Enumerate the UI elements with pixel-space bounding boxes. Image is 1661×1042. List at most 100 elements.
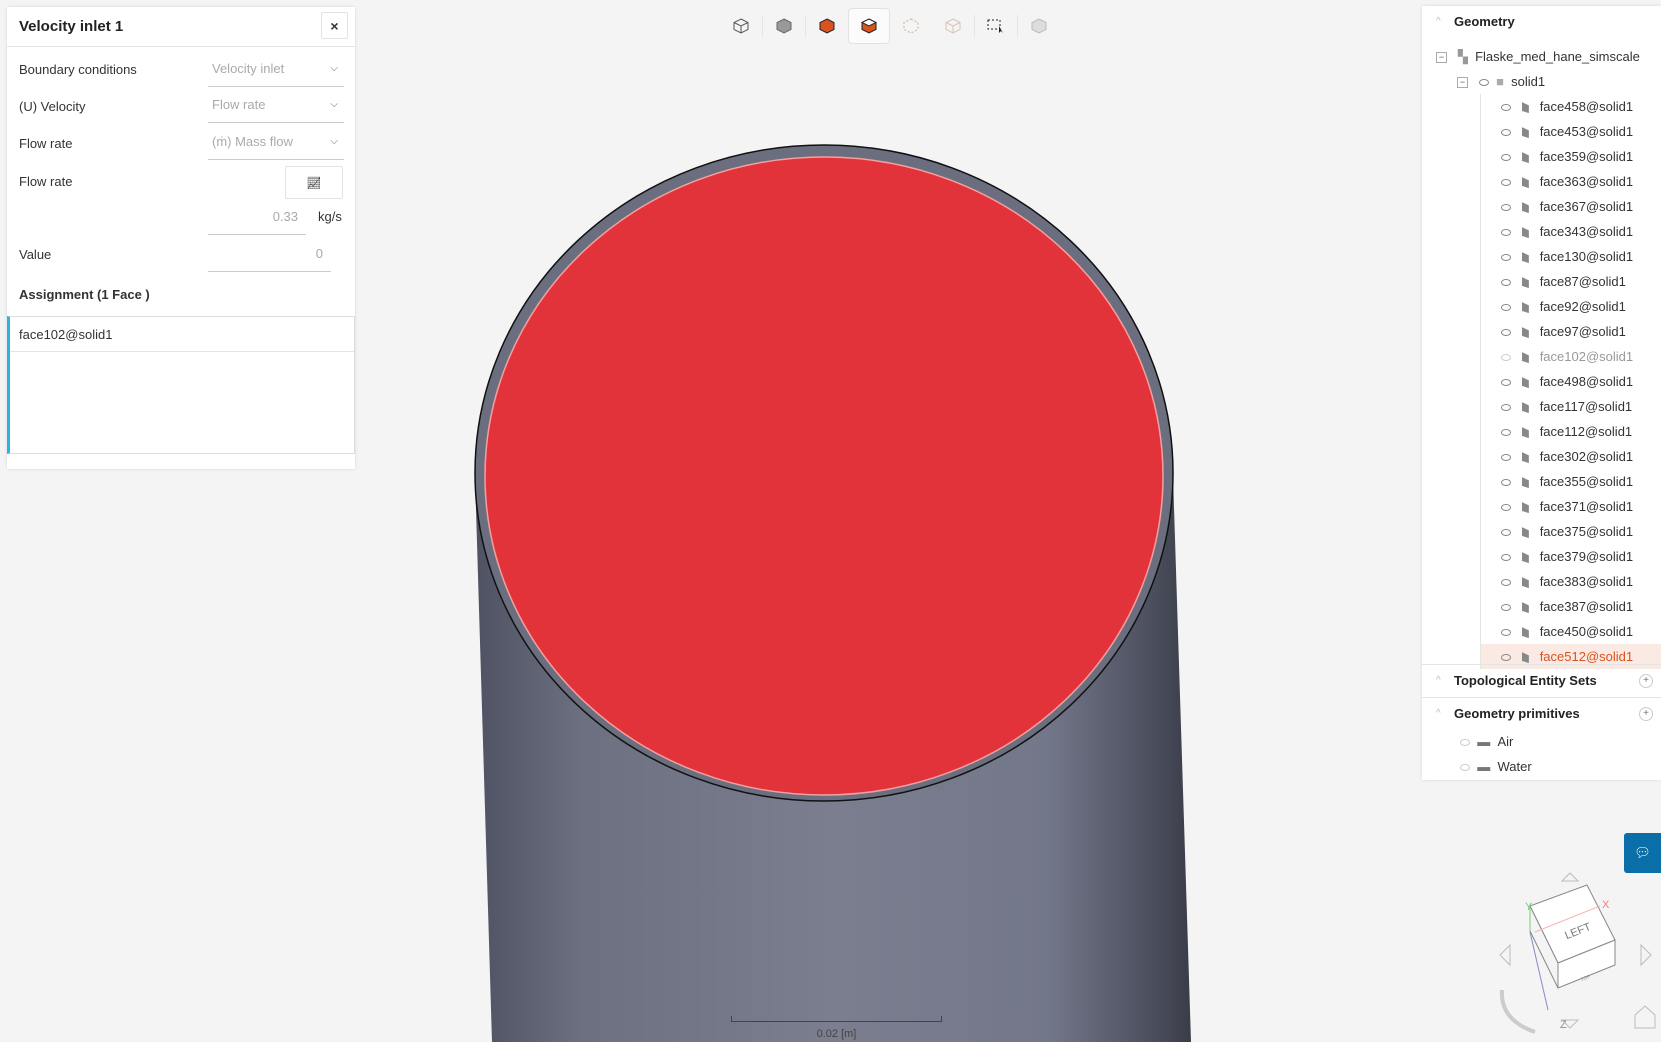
face-icon: [1521, 602, 1529, 614]
rotate-left-icon[interactable]: [1499, 943, 1511, 967]
select-solid-button[interactable]: [806, 8, 848, 44]
value-label: Value: [19, 247, 52, 262]
tree-root[interactable]: − ▚ Flaske_med_hane_simscale: [1436, 44, 1640, 69]
rotate-right-icon[interactable]: [1640, 943, 1652, 967]
tree-face-item[interactable]: face355@solid1: [1480, 469, 1661, 494]
face-icon: [1521, 327, 1529, 339]
select-face-button[interactable]: [848, 8, 890, 44]
collapse-icon[interactable]: −: [1457, 77, 1468, 89]
eye-icon[interactable]: [1501, 604, 1511, 612]
select-edge-button[interactable]: [890, 8, 932, 44]
eye-icon[interactable]: [1501, 529, 1511, 537]
boundary-conditions-select[interactable]: Velocity inlet ⌵: [208, 51, 344, 87]
eye-icon[interactable]: [1501, 154, 1511, 162]
tree-face-item[interactable]: face387@solid1: [1480, 594, 1661, 619]
tree-face-item[interactable]: face450@solid1: [1480, 619, 1661, 644]
select-vertex-button[interactable]: [932, 8, 974, 44]
velocity-select[interactable]: Flow rate ⌵: [208, 87, 344, 123]
add-icon[interactable]: +: [1639, 707, 1653, 721]
eye-icon[interactable]: [1501, 304, 1511, 312]
tree-face-item[interactable]: face379@solid1: [1480, 544, 1661, 569]
rotate-arrow-icon[interactable]: [1499, 989, 1536, 1034]
geometry-primitives-header[interactable]: ^ Geometry primitives +: [1422, 697, 1661, 729]
tree-face-item[interactable]: face453@solid1: [1480, 119, 1661, 144]
tree-face-item[interactable]: face92@solid1: [1480, 294, 1661, 319]
eye-icon[interactable]: [1501, 329, 1511, 337]
chat-button[interactable]: 💬︎: [1624, 833, 1661, 873]
chat-icon: 💬︎: [1634, 845, 1651, 860]
tree-face-item[interactable]: face87@solid1: [1480, 269, 1661, 294]
chevron-down-icon: ⌵: [330, 99, 338, 110]
face-icon: [1521, 627, 1529, 639]
flow-rate-type-label: Flow rate: [19, 136, 73, 151]
eye-icon[interactable]: [1501, 579, 1511, 587]
eye-icon[interactable]: [1501, 454, 1511, 462]
wireframe-view-button[interactable]: [720, 8, 762, 44]
flow-rate-type-select[interactable]: (ṁ) Mass flow ⌵: [208, 124, 344, 160]
flow-rate-input[interactable]: 0.33: [208, 199, 306, 235]
eye-icon[interactable]: [1501, 554, 1511, 562]
eye-icon[interactable]: [1501, 179, 1511, 187]
eye-icon[interactable]: [1478, 79, 1489, 87]
tree-face-item[interactable]: face117@solid1: [1480, 394, 1661, 419]
eye-icon[interactable]: [1460, 739, 1470, 747]
eye-icon[interactable]: [1501, 279, 1511, 287]
tree-label: face355@solid1: [1539, 474, 1634, 489]
eye-icon[interactable]: [1501, 629, 1511, 637]
tree-face-item[interactable]: face112@solid1: [1480, 419, 1661, 444]
tree-face-item[interactable]: face375@solid1: [1480, 519, 1661, 544]
home-icon[interactable]: [1634, 1005, 1656, 1029]
eye-icon[interactable]: [1501, 479, 1511, 487]
tree-face-item[interactable]: face302@solid1: [1480, 444, 1661, 469]
tree-label: face102@solid1: [1539, 349, 1634, 364]
primitive-water[interactable]: ▬ Water: [1460, 754, 1532, 779]
solid-view-button[interactable]: [763, 8, 805, 44]
tree-face-item[interactable]: face367@solid1: [1480, 194, 1661, 219]
eye-icon[interactable]: [1501, 354, 1511, 362]
eye-icon[interactable]: [1501, 204, 1511, 212]
topological-sets-header[interactable]: ^ Topological Entity Sets +: [1422, 664, 1661, 696]
value-input[interactable]: 0: [208, 236, 331, 272]
eye-icon[interactable]: [1460, 764, 1470, 772]
tree-face-item[interactable]: face363@solid1: [1480, 169, 1661, 194]
eye-icon[interactable]: [1501, 104, 1511, 112]
assigned-face[interactable]: face102@solid1: [10, 317, 354, 352]
tree-solid[interactable]: − ■ solid1: [1457, 69, 1545, 94]
eye-icon[interactable]: [1501, 504, 1511, 512]
table-input-button[interactable]: 📈︎: [285, 166, 343, 199]
tree-face-item[interactable]: face498@solid1: [1480, 369, 1661, 394]
close-button[interactable]: ×: [321, 12, 348, 39]
tree-face-item[interactable]: face458@solid1: [1480, 94, 1661, 119]
assignment-list[interactable]: face102@solid1: [7, 316, 355, 454]
eye-icon[interactable]: [1501, 379, 1511, 387]
box-select-button[interactable]: [975, 8, 1017, 44]
eye-icon[interactable]: [1501, 254, 1511, 262]
geometry-section-header[interactable]: ^ Geometry: [1422, 6, 1661, 38]
add-icon[interactable]: +: [1639, 674, 1653, 688]
eye-icon[interactable]: [1501, 429, 1511, 437]
tree-face-item[interactable]: face343@solid1: [1480, 219, 1661, 244]
tree-face-item[interactable]: face97@solid1: [1480, 319, 1661, 344]
tree-face-item[interactable]: face359@solid1: [1480, 144, 1661, 169]
eye-icon[interactable]: [1501, 654, 1511, 662]
hide-selection-button[interactable]: [1018, 8, 1060, 44]
velocity-label: (U) Velocity: [19, 99, 86, 114]
tree-face-item[interactable]: face371@solid1: [1480, 494, 1661, 519]
tree-face-item[interactable]: face102@solid1: [1480, 344, 1661, 369]
primitive-air[interactable]: ▬ Air: [1460, 729, 1513, 754]
eye-icon[interactable]: [1501, 404, 1511, 412]
tree-label: face383@solid1: [1539, 574, 1634, 589]
eye-icon[interactable]: [1501, 129, 1511, 137]
scale-label: 0.02 [m]: [816, 1028, 857, 1040]
tree-face-item[interactable]: face383@solid1: [1480, 569, 1661, 594]
navigation-cube[interactable]: LEFT TOP Y X Z: [1480, 870, 1661, 1042]
face-icon: [1521, 227, 1529, 239]
tree-face-item[interactable]: face130@solid1: [1480, 244, 1661, 269]
eye-icon[interactable]: [1501, 229, 1511, 237]
tree-label: face498@solid1: [1539, 374, 1634, 389]
chevron-down-icon: ⌵: [330, 136, 338, 147]
rotate-up-icon[interactable]: [1560, 872, 1580, 882]
face-icon: [1521, 477, 1529, 489]
tree-label: face343@solid1: [1539, 224, 1634, 239]
collapse-icon[interactable]: −: [1436, 52, 1447, 64]
